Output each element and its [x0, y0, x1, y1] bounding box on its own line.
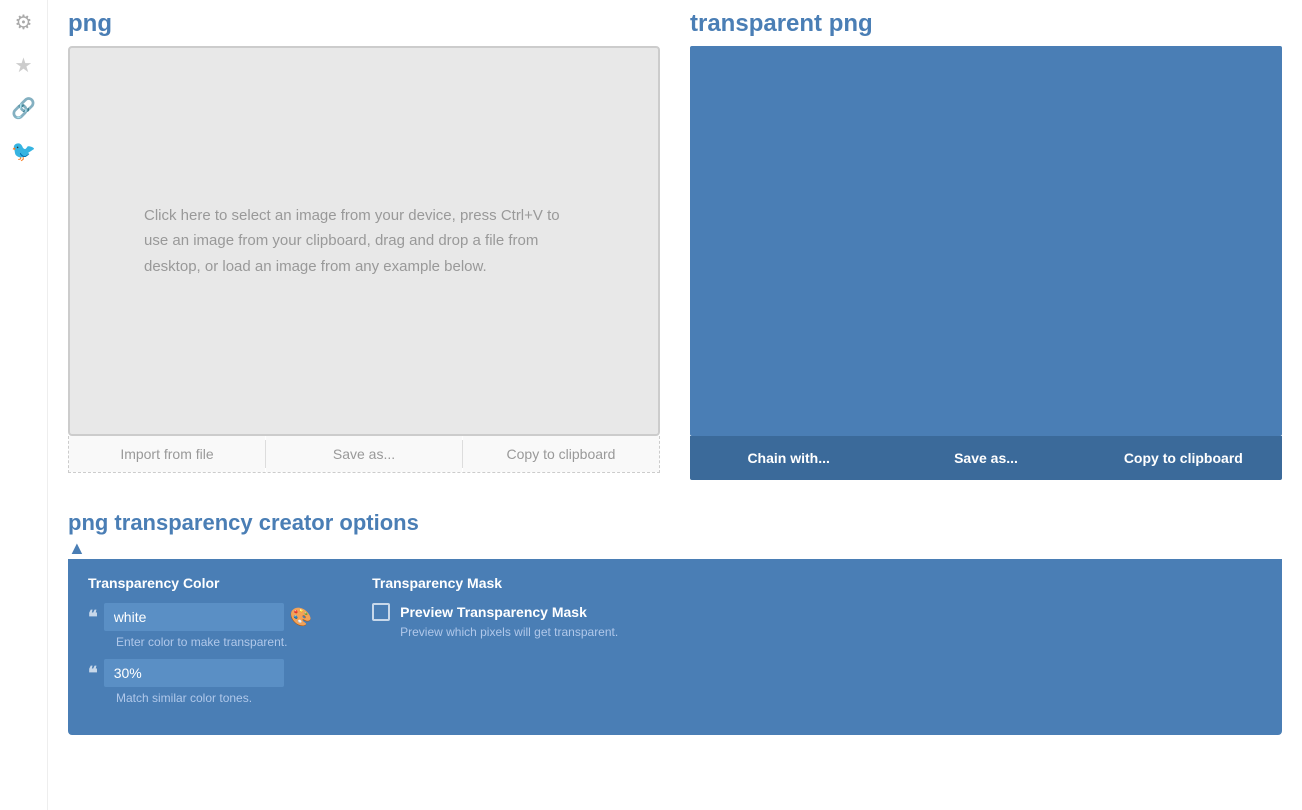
star-icon[interactable]: ★ [15, 53, 33, 78]
chain-with-button[interactable]: Chain with... [690, 436, 887, 480]
transparency-mask-label: Transparency Mask [372, 575, 1262, 591]
left-panel: png Click here to select an image from y… [68, 10, 660, 473]
left-panel-title: png [68, 10, 660, 38]
tolerance-input-field[interactable] [104, 659, 284, 687]
preview-mask-label[interactable]: Preview Transparency Mask [400, 604, 587, 620]
quote-icon-tolerance: ❝ [88, 663, 98, 684]
import-from-file-button[interactable]: Import from file [69, 436, 265, 472]
tolerance-row: ❝ [88, 659, 312, 687]
transparency-color-col: Transparency Color ❝ 🎨 Enter color to ma… [88, 575, 312, 715]
right-toolbar: Chain with... Save as... Copy to clipboa… [690, 436, 1282, 480]
main-content: png Click here to select an image from y… [48, 0, 1302, 755]
save-as-button-right[interactable]: Save as... [887, 436, 1084, 480]
sidebar: ⚙ ★ 🔗 🐦 [0, 0, 48, 810]
save-as-button-left[interactable]: Save as... [266, 436, 462, 472]
upload-area[interactable]: Click here to select an image from your … [68, 46, 660, 436]
preview-mask-row: Preview Transparency Mask [372, 603, 1262, 621]
left-toolbar: Import from file Save as... Copy to clip… [68, 436, 660, 473]
options-panel: Transparency Color ❝ 🎨 Enter color to ma… [68, 559, 1282, 735]
color-helper-text: Enter color to make transparent. [116, 635, 312, 649]
output-area [690, 46, 1282, 436]
color-input-field[interactable] [104, 603, 284, 631]
upload-area-text: Click here to select an image from your … [124, 183, 604, 300]
link-icon[interactable]: 🔗 [11, 96, 36, 121]
right-panel: transparent png Chain with... Save as...… [690, 10, 1282, 480]
palette-icon[interactable]: 🎨 [290, 607, 312, 628]
transparency-mask-col: Transparency Mask Preview Transparency M… [372, 575, 1262, 715]
options-arrow: ▲ [68, 538, 1282, 559]
quote-icon-color: ❝ [88, 607, 98, 628]
options-section: png transparency creator options ▲ Trans… [68, 510, 1282, 735]
twitter-icon[interactable]: 🐦 [11, 139, 36, 164]
tolerance-helper-text: Match similar color tones. [116, 691, 312, 705]
preview-mask-helper: Preview which pixels will get transparen… [400, 625, 1262, 639]
right-panel-title: transparent png [690, 10, 1282, 38]
preview-mask-checkbox[interactable] [372, 603, 390, 621]
gear-icon[interactable]: ⚙ [15, 10, 33, 35]
copy-to-clipboard-button-left[interactable]: Copy to clipboard [463, 436, 659, 472]
color-input-row: ❝ 🎨 [88, 603, 312, 631]
options-title: png transparency creator options [68, 510, 1282, 536]
top-row: png Click here to select an image from y… [68, 10, 1282, 480]
transparency-color-label: Transparency Color [88, 575, 312, 591]
copy-to-clipboard-button-right[interactable]: Copy to clipboard [1085, 436, 1282, 480]
